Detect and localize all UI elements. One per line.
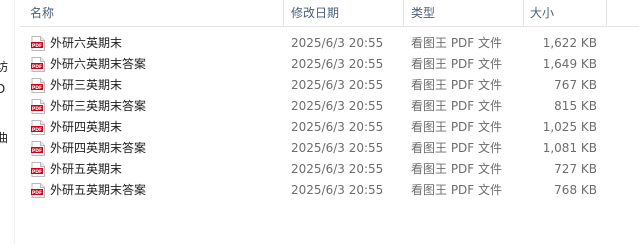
nav-item-fragment[interactable]: 坊 [0,58,8,75]
file-row[interactable]: PDF 外研五英期末 2025/6/3 20:55 看图王 PDF 文件 727 KB [26,159,606,179]
file-size: 1,081 KB [542,141,597,155]
file-size: 1,649 KB [542,57,597,71]
file-type: 看图王 PDF 文件 [411,120,503,134]
pane-splitter[interactable] [14,0,21,244]
file-row[interactable]: PDF 外研六英期末答案 2025/6/3 20:55 看图王 PDF 文件 1,649… [26,54,606,74]
column-divider[interactable] [606,0,607,26]
file-modified-date: 2025/6/3 20:55 [291,78,384,92]
pdf-file-icon: PDF [31,183,45,198]
file-name[interactable]: 外研六英期末 [50,33,122,53]
file-type: 看图王 PDF 文件 [411,99,503,113]
file-size: 768 KB [554,183,597,197]
pdf-file-icon: PDF [31,141,45,156]
file-row[interactable]: PDF 外研三英期末 2025/6/3 20:55 看图王 PDF 文件 767 KB [26,75,606,95]
column-divider[interactable] [403,0,404,26]
svg-text:PDF: PDF [32,127,42,133]
file-row[interactable]: PDF 外研五英期末答案 2025/6/3 20:55 看图王 PDF 文件 768 K… [26,180,606,200]
file-modified-date: 2025/6/3 20:55 [291,162,384,176]
file-row[interactable]: PDF 外研四英期末答案 2025/6/3 20:55 看图王 PDF 文件 1,081… [26,138,606,158]
file-type: 看图王 PDF 文件 [411,78,503,92]
file-name[interactable]: 外研五英期末 [50,159,122,179]
sort-ascending-icon: ^ [150,0,158,4]
column-header-bar: ^ 名称 修改日期 类型 大小 [20,0,639,27]
file-type: 看图王 PDF 文件 [411,141,503,155]
file-explorer-window: 坊 D 曲 ^ 名称 修改日期 类型 大小 PDF 外研六英期末 2025/6/3 … [0,0,639,244]
file-size: 1,622 KB [542,36,597,50]
column-header-size[interactable]: 大小 [530,0,554,26]
svg-text:PDF: PDF [32,190,42,196]
file-modified-date: 2025/6/3 20:55 [291,99,384,113]
pdf-file-icon: PDF [31,120,45,135]
navigation-pane: 坊 D 曲 [0,0,14,244]
svg-text:PDF: PDF [32,169,42,175]
file-size: 727 KB [554,162,597,176]
file-type: 看图王 PDF 文件 [411,36,503,50]
file-name[interactable]: 外研六英期末答案 [50,54,146,74]
file-name[interactable]: 外研四英期末答案 [50,138,146,158]
file-size: 767 KB [554,78,597,92]
file-name[interactable]: 外研三英期末答案 [50,96,146,116]
column-header-type[interactable]: 类型 [411,0,435,26]
file-name[interactable]: 外研三英期末 [50,75,122,95]
file-row[interactable]: PDF 外研四英期末 2025/6/3 20:55 看图王 PDF 文件 1,025 K… [26,117,606,137]
nav-item-fragment[interactable]: 曲 [0,129,8,146]
pdf-file-icon: PDF [31,99,45,114]
pdf-file-icon: PDF [31,162,45,177]
file-modified-date: 2025/6/3 20:55 [291,141,384,155]
file-type: 看图王 PDF 文件 [411,183,503,197]
file-modified-date: 2025/6/3 20:55 [291,57,384,71]
file-name[interactable]: 外研四英期末 [50,117,122,137]
file-size: 1,025 KB [542,120,597,134]
svg-text:PDF: PDF [32,148,42,154]
column-header-name[interactable]: 名称 [30,0,54,26]
column-header-date[interactable]: 修改日期 [291,0,339,26]
svg-text:PDF: PDF [32,85,42,91]
file-name[interactable]: 外研五英期末答案 [50,180,146,200]
nav-item-fragment[interactable]: D [0,82,5,96]
svg-text:PDF: PDF [32,43,42,49]
column-divider[interactable] [283,0,284,26]
file-modified-date: 2025/6/3 20:55 [291,36,384,50]
column-divider[interactable] [523,0,524,26]
file-modified-date: 2025/6/3 20:55 [291,183,384,197]
file-type: 看图王 PDF 文件 [411,162,503,176]
pdf-file-icon: PDF [31,78,45,93]
file-row[interactable]: PDF 外研六英期末 2025/6/3 20:55 看图王 PDF 文件 1,622 K… [26,33,606,53]
svg-text:PDF: PDF [32,106,42,112]
file-modified-date: 2025/6/3 20:55 [291,120,384,134]
pdf-file-icon: PDF [31,36,45,51]
file-type: 看图王 PDF 文件 [411,57,503,71]
pdf-file-icon: PDF [31,57,45,72]
svg-text:PDF: PDF [32,64,42,70]
file-row[interactable]: PDF 外研三英期末答案 2025/6/3 20:55 看图王 PDF 文件 815 K… [26,96,606,116]
file-size: 815 KB [554,99,597,113]
